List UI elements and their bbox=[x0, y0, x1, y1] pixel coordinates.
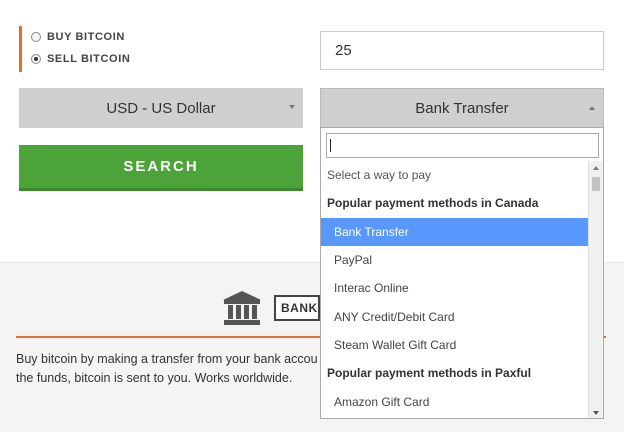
sell-bitcoin-label[interactable]: SELL BITCOIN bbox=[47, 53, 130, 65]
scroll-up-icon[interactable] bbox=[593, 166, 599, 170]
dropdown-group-canada: Popular payment methods in Canada bbox=[327, 196, 539, 211]
buy-bitcoin-option[interactable]: BUY BITCOIN bbox=[31, 26, 130, 48]
dropdown-group-paxful: Popular payment methods in Paxful bbox=[327, 366, 532, 381]
buy-bitcoin-label[interactable]: BUY BITCOIN bbox=[47, 31, 125, 43]
payment-method-select[interactable]: Bank Transfer bbox=[320, 88, 604, 128]
sell-bitcoin-radio[interactable] bbox=[31, 54, 41, 64]
dropdown-options-list: Select a way to pay Popular payment meth… bbox=[321, 161, 589, 418]
description-line-2: the funds, bitcoin is sent to you. Works… bbox=[16, 371, 293, 385]
chevron-up-icon bbox=[589, 106, 595, 110]
currency-select[interactable]: USD - US Dollar bbox=[19, 88, 303, 128]
payment-method-dropdown: Select a way to pay Popular payment meth… bbox=[320, 127, 604, 419]
trade-type-radio-group: BUY BITCOIN SELL BITCOIN bbox=[19, 26, 130, 72]
dropdown-option-steam-wallet[interactable]: Steam Wallet Gift Card bbox=[321, 331, 589, 359]
sell-bitcoin-option[interactable]: SELL BITCOIN bbox=[31, 48, 130, 70]
dropdown-option-any-card[interactable]: ANY Credit/Debit Card bbox=[321, 302, 589, 330]
dropdown-option-amazon-gift-card[interactable]: Amazon Gift Card bbox=[321, 387, 589, 415]
bank-building-icon bbox=[223, 291, 261, 325]
scroll-down-icon[interactable] bbox=[593, 411, 599, 415]
search-button[interactable]: SEARCH bbox=[19, 145, 303, 191]
text-cursor bbox=[330, 139, 331, 152]
dropdown-placeholder[interactable]: Select a way to pay bbox=[321, 161, 589, 189]
chevron-down-icon bbox=[289, 105, 295, 109]
dropdown-scrollbar[interactable] bbox=[588, 161, 603, 418]
bank-badge: BANK bbox=[274, 295, 320, 321]
amount-input[interactable] bbox=[320, 31, 604, 70]
currency-select-value: USD - US Dollar bbox=[106, 99, 216, 117]
dropdown-option-bank-transfer[interactable]: Bank Transfer bbox=[321, 217, 589, 246]
payment-method-select-value: Bank Transfer bbox=[415, 99, 509, 117]
dropdown-option-interac-online[interactable]: Interac Online bbox=[321, 274, 589, 302]
dropdown-option-paypal[interactable]: PayPal bbox=[321, 246, 589, 274]
description-line-1: Buy bitcoin by making a transfer from yo… bbox=[16, 352, 318, 366]
buy-bitcoin-radio[interactable] bbox=[31, 32, 41, 42]
scrollbar-thumb[interactable] bbox=[592, 177, 600, 191]
dropdown-search-input[interactable] bbox=[326, 133, 599, 158]
